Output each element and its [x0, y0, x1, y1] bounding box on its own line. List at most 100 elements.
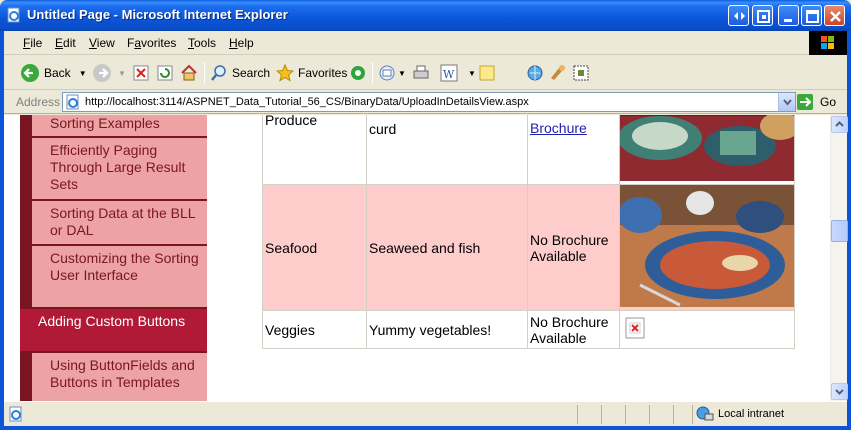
close-button[interactable] [824, 5, 845, 26]
forward-arrow-icon [93, 64, 111, 82]
mail-dropdown-icon[interactable]: ▼ [398, 69, 406, 78]
mail-icon [379, 65, 395, 81]
description-cell: curd [366, 115, 528, 185]
site-nav: Sorting Examples Efficiently Paging Thro… [20, 115, 207, 401]
left-right-arrows-icon [734, 12, 745, 20]
local-intranet-icon [696, 406, 714, 421]
menu-help[interactable]: Help [229, 36, 254, 50]
categories-grid: Produce curd Brochure Seafood Seaweed an… [262, 115, 800, 349]
brochure-cell: Brochure [527, 115, 620, 185]
title-bar[interactable]: Untitled Page - Microsoft Internet Explo… [0, 0, 851, 31]
menu-edit[interactable]: Edit [55, 36, 76, 50]
search-button[interactable]: Search [210, 62, 270, 84]
refresh-button[interactable] [156, 62, 174, 84]
description-cell: Yummy vegetables! [366, 310, 528, 349]
scroll-down-button[interactable] [831, 383, 848, 400]
menu-view[interactable]: View [89, 36, 115, 50]
table-row: Produce curd Brochure [262, 115, 800, 185]
page-viewport[interactable]: Sorting Examples Efficiently Paging Thro… [4, 115, 830, 401]
broken-image-icon [625, 317, 645, 339]
nav-item-efficiently-paging[interactable]: Efficiently Paging Through Large Result … [32, 138, 207, 200]
address-input[interactable]: http://localhost:3114/ASPNET_Data_Tutori… [62, 92, 796, 112]
scroll-up-button[interactable] [831, 116, 848, 133]
status-bar: Local intranet [4, 401, 847, 426]
category-name-cell: Seafood [262, 184, 367, 311]
restore-back-button[interactable] [728, 5, 749, 26]
brochure-link[interactable]: Brochure [530, 120, 587, 136]
maximize-button[interactable] [801, 5, 822, 26]
mail-button[interactable]: ▼ [378, 62, 406, 84]
menu-favorites[interactable]: Favorites [127, 36, 176, 50]
menu-file[interactable]: File [23, 36, 42, 50]
note-icon [479, 65, 495, 81]
print-button[interactable] [412, 62, 430, 84]
close-icon [830, 11, 841, 22]
research-button[interactable] [549, 62, 567, 84]
ie-page-icon [66, 94, 79, 110]
word-edit-icon: W [440, 64, 458, 82]
stop-button[interactable] [132, 62, 150, 84]
address-url[interactable]: http://localhost:3114/ASPNET_Data_Tutori… [85, 96, 529, 108]
toolbar-separator [372, 62, 373, 84]
refresh-icon [157, 65, 173, 81]
minimize-button[interactable] [778, 5, 799, 26]
page-status-icon [9, 406, 22, 422]
search-icon [211, 65, 226, 81]
favorites-label: Favorites [298, 66, 348, 80]
address-dropdown-button[interactable] [778, 93, 795, 111]
menu-tools[interactable]: Tools [188, 36, 216, 50]
category-name-cell: Produce [262, 115, 367, 185]
nav-item-buttonfields-templates[interactable]: Using ButtonFields and Buttons in Templa… [32, 353, 207, 401]
stop-icon [133, 65, 149, 81]
image-cell [618, 115, 800, 185]
status-cell [649, 405, 672, 424]
security-zone[interactable]: Local intranet [696, 406, 784, 422]
forward-dropdown-icon[interactable]: ▼ [118, 69, 126, 78]
home-button[interactable] [180, 62, 198, 84]
brochure-cell: No Brochure Available [527, 310, 620, 349]
nav-item-adding-custom-buttons[interactable]: Adding Custom Buttons [20, 309, 207, 352]
category-name-cell: Veggies [262, 310, 367, 349]
minimize-icon [784, 19, 792, 22]
messenger-button[interactable] [526, 62, 544, 84]
favorites-button[interactable]: Favorites [276, 62, 347, 84]
window-title: Untitled Page - Microsoft Internet Explo… [27, 7, 288, 22]
description-cell: Seaweed and fish [366, 184, 528, 311]
home-icon [181, 64, 197, 81]
go-button[interactable]: Go [796, 93, 836, 111]
standard-toolbar: Back ▼ ▼ Search Favorites ▼ W ▼ [4, 56, 847, 90]
discuss-button[interactable] [478, 62, 496, 84]
star-icon [276, 64, 294, 82]
chevron-down-icon [783, 99, 792, 106]
chevron-down-icon [835, 389, 844, 395]
globe-icon [527, 65, 543, 81]
nav-item-sorting-bll-dal[interactable]: Sorting Data at the BLL or DAL [32, 201, 207, 245]
ie-page-icon [7, 7, 20, 23]
svg-text:W: W [443, 68, 455, 81]
nav-item-customizing-sorting-ui[interactable]: Customizing the Sorting User Interface [32, 246, 207, 308]
status-cell [601, 405, 624, 424]
produce-photo [618, 115, 800, 181]
scroll-thumb[interactable] [831, 220, 848, 242]
media-button[interactable] [349, 62, 367, 84]
back-arrow-icon [21, 64, 39, 82]
edit-dropdown-icon[interactable]: ▼ [468, 69, 476, 78]
maximize-icon [806, 10, 819, 23]
research-icon [551, 65, 565, 80]
chevron-up-icon [835, 121, 844, 127]
back-dropdown-icon[interactable]: ▼ [79, 69, 87, 78]
window-frame-bottom [0, 426, 851, 430]
edit-button[interactable]: W ▼ [440, 62, 476, 84]
go-arrow-icon [797, 94, 813, 110]
seafood-photo [618, 185, 794, 307]
vertical-scrollbar[interactable] [830, 115, 848, 401]
window-tile-button[interactable] [752, 5, 773, 26]
status-cell [673, 405, 691, 424]
forward-button[interactable]: ▼ [92, 62, 126, 84]
address-bar: Address http://localhost:3114/ASPNET_Dat… [4, 90, 847, 114]
nav-item-sorting-examples[interactable]: Sorting Examples [32, 115, 207, 137]
brochure-cell: No Brochure Available [527, 184, 620, 311]
media-icon [351, 66, 365, 80]
back-button[interactable]: Back ▼ [20, 62, 87, 84]
tools-extra-button[interactable] [572, 62, 590, 84]
